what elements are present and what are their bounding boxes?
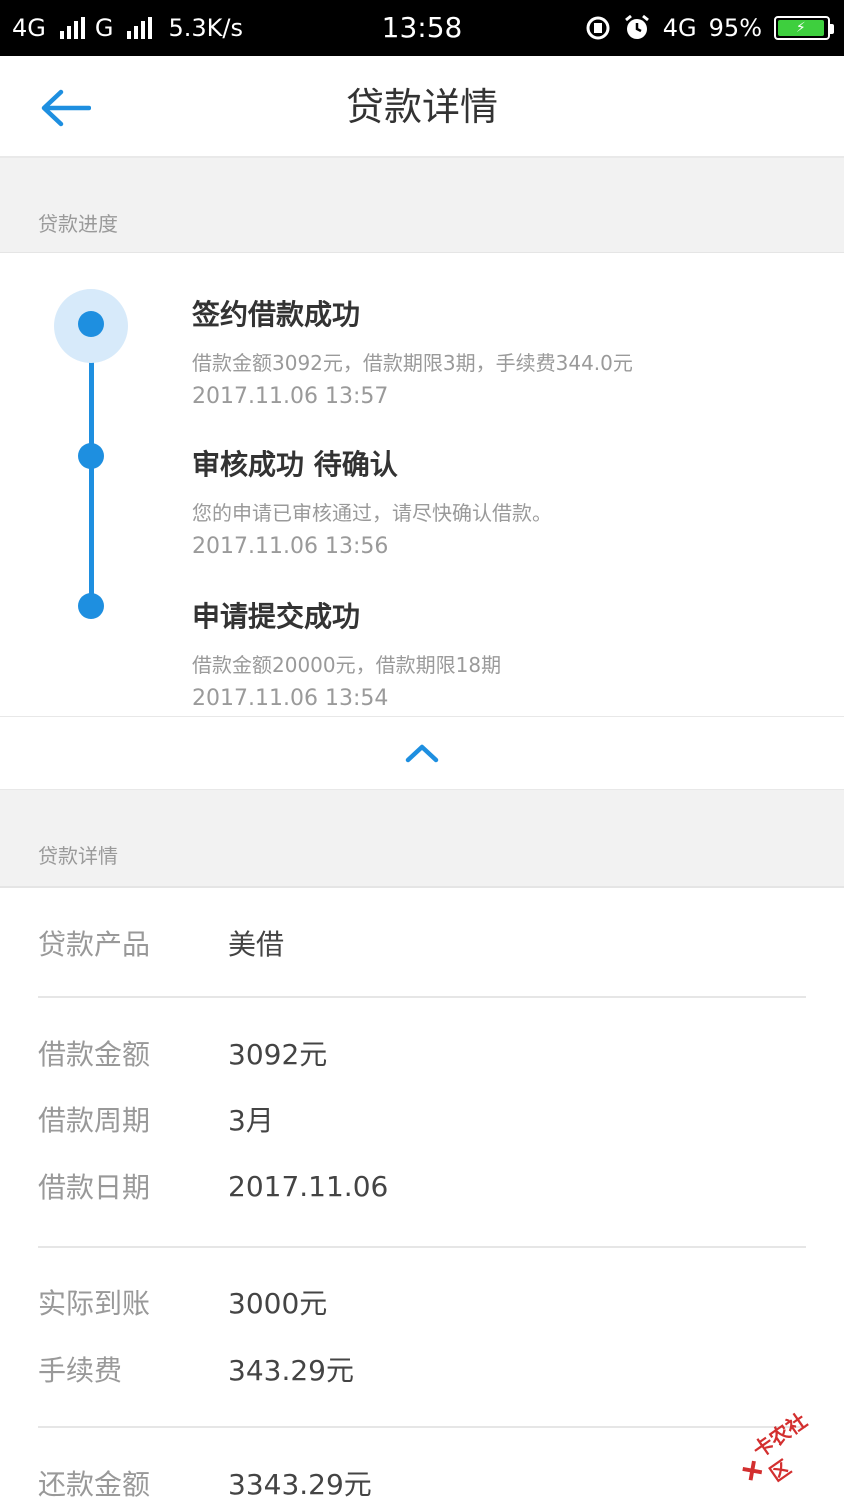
- detail-label: 实际到账: [38, 1287, 151, 1320]
- detail-row: 贷款产品 美借: [38, 918, 808, 968]
- step-time: 2017.11.06 13:54: [192, 686, 389, 711]
- chevron-up-icon: [405, 744, 439, 763]
- network-type-3: 4G: [662, 14, 697, 42]
- detail-value: 3343.29元: [228, 1468, 372, 1500]
- detail-value: 3000元: [228, 1287, 328, 1320]
- timeline-dot: [78, 443, 104, 469]
- page-title: 贷款详情: [345, 85, 498, 129]
- timeline-step: 审核成功 待确认 您的申请已审核通过，请尽快确认借款。 2017.11.06 1…: [192, 443, 812, 559]
- detail-label: 手续费: [38, 1354, 123, 1387]
- detail-value: 2017.11.06: [228, 1169, 389, 1203]
- details-section-label: 贷款详情: [38, 844, 118, 868]
- detail-value: 美借: [228, 928, 285, 961]
- step-title: 签约借款成功: [192, 298, 361, 331]
- detail-label: 借款金额: [38, 1038, 151, 1071]
- detail-label: 借款日期: [38, 1171, 151, 1204]
- detail-value: 3092元: [228, 1038, 328, 1071]
- progress-section-label: 贷款进度: [38, 212, 118, 236]
- detail-row: 借款金额 3092元: [38, 1028, 808, 1078]
- battery-percent: 95%: [708, 14, 762, 42]
- battery-fill: ⚡: [778, 20, 824, 36]
- status-right: 4G 95% ⚡: [585, 0, 834, 56]
- timeline-dot: [78, 593, 104, 619]
- divider: [38, 1426, 806, 1428]
- loan-details: 贷款产品 美借 借款金额 3092元 借款周期 3月 借款日期 2017.11.…: [0, 886, 844, 1500]
- detail-row: 还款金额 3343.29元: [38, 1458, 808, 1500]
- detail-row: 借款周期 3月: [38, 1094, 808, 1144]
- timeline-dot-current: [78, 311, 104, 337]
- timeline-step: 签约借款成功 借款金额3092元，借款期限3期，手续费344.0元 2017.1…: [192, 293, 812, 409]
- step-description: 借款金额20000元，借款期限18期: [192, 653, 502, 677]
- step-time: 2017.11.06 13:57: [192, 384, 389, 409]
- step-description: 您的申请已审核通过，请尽快确认借款。: [192, 501, 552, 525]
- detail-row: 借款日期 2017.11.06: [38, 1161, 808, 1211]
- step-time: 2017.11.06 13:56: [192, 534, 389, 559]
- detail-row: 手续费 343.29元: [38, 1344, 808, 1394]
- progress-timeline: 签约借款成功 借款金额3092元，借款期限3期，手续费344.0元 2017.1…: [0, 252, 844, 716]
- collapse-toggle-button[interactable]: [0, 716, 844, 790]
- battery-icon: ⚡: [774, 16, 834, 40]
- detail-label: 还款金额: [38, 1468, 151, 1500]
- timeline-step: 申请提交成功 借款金额20000元，借款期限18期 2017.11.06 13:…: [192, 595, 812, 711]
- detail-label: 贷款产品: [38, 928, 151, 961]
- nav-header: 贷款详情: [0, 56, 844, 158]
- rotation-lock-icon: [586, 16, 610, 40]
- detail-value: 3月: [228, 1104, 274, 1137]
- step-title: 审核成功 待确认: [192, 448, 398, 481]
- detail-value: 343.29元: [228, 1354, 354, 1387]
- status-bar: 4G G 5.3K/s 13:58 4G 95% ⚡: [0, 0, 844, 56]
- step-title: 申请提交成功: [192, 600, 361, 633]
- divider: [38, 996, 806, 998]
- step-description: 借款金额3092元，借款期限3期，手续费344.0元: [192, 351, 633, 375]
- detail-row: 实际到账 3000元: [38, 1277, 808, 1327]
- alarm-icon: [624, 14, 649, 39]
- detail-label: 借款周期: [38, 1104, 151, 1137]
- divider: [38, 1246, 806, 1248]
